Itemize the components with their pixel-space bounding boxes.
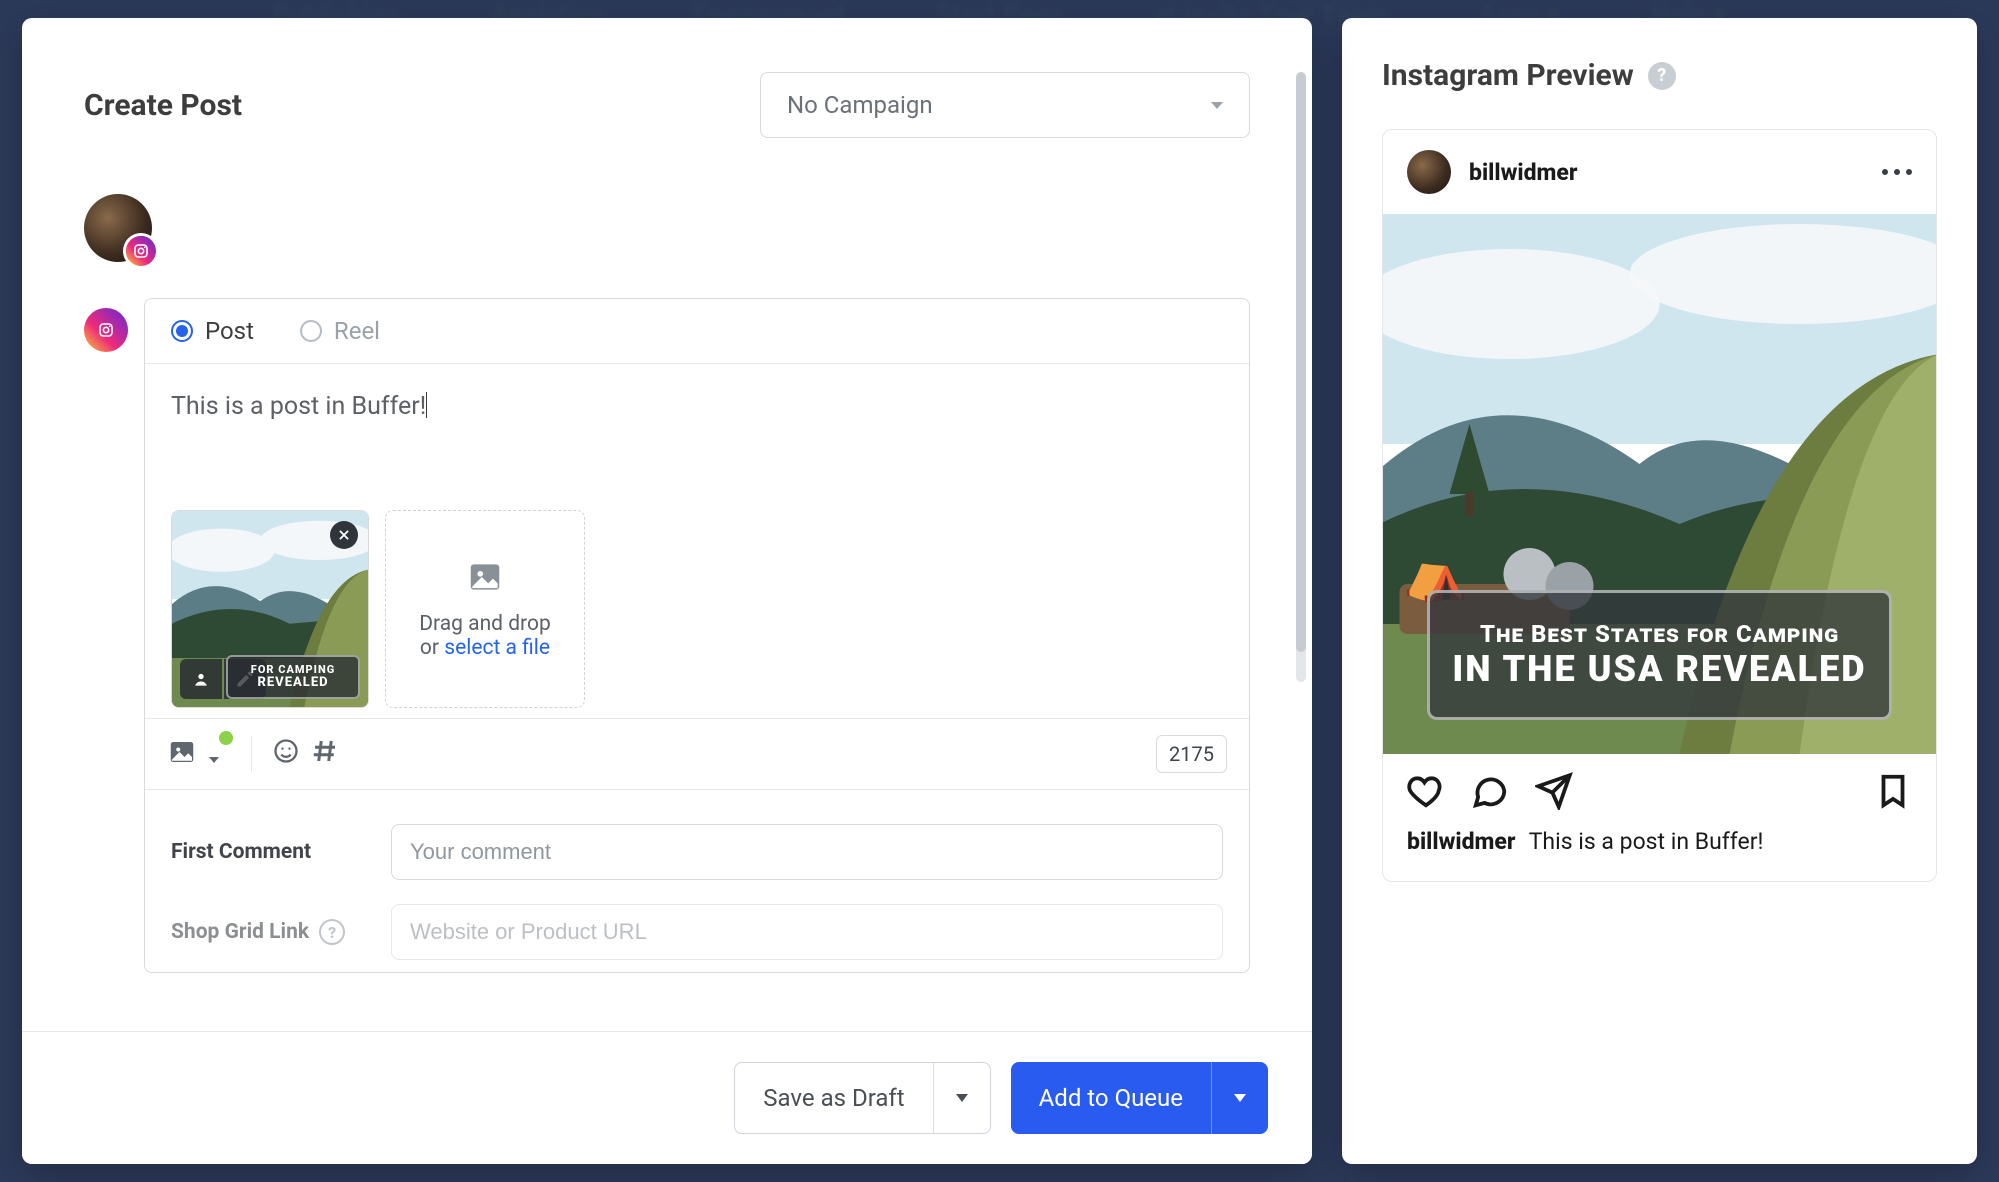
help-icon[interactable]: ? (1648, 62, 1676, 90)
attached-image[interactable]: FOR CAMPING REVEALED (171, 510, 369, 708)
page-title: Create Post (84, 88, 242, 123)
first-comment-input[interactable] (391, 824, 1223, 880)
shop-grid-label: Shop Grid Link ? (171, 919, 371, 945)
preview-caption: billwidmer This is a post in Buffer! (1383, 822, 1936, 881)
post-type-reel-radio[interactable]: Reel (300, 317, 380, 345)
add-to-queue-menu-button[interactable] (1212, 1062, 1268, 1134)
emoji-button[interactable] (272, 737, 300, 772)
save-draft-menu-button[interactable] (934, 1063, 990, 1133)
heart-icon[interactable] (1407, 772, 1445, 814)
radio-label: Reel (334, 317, 380, 345)
chevron-down-icon (209, 757, 219, 763)
radio-label: Post (205, 317, 254, 345)
image-text-overlay: The Best States for Camping IN THE USA R… (1427, 590, 1892, 720)
instagram-preview-card: billwidmer (1382, 129, 1937, 882)
campaign-select-value: No Campaign (787, 91, 933, 119)
account-avatar[interactable] (84, 194, 152, 262)
preview-panel: Instagram Preview ? billwidmer (1342, 18, 1977, 1164)
image-text-overlay: FOR CAMPING REVEALED (226, 655, 360, 699)
radio-icon (300, 320, 322, 342)
remove-image-button[interactable] (330, 521, 358, 549)
preview-caption-text: This is a post in Buffer! (1529, 828, 1764, 855)
campaign-select[interactable]: No Campaign (760, 72, 1250, 138)
scrollbar[interactable] (1296, 72, 1306, 682)
post-type-post-radio[interactable]: Post (171, 317, 254, 345)
add-to-queue-button[interactable]: Add to Queue (1011, 1062, 1268, 1134)
save-draft-button[interactable]: Save as Draft (734, 1062, 990, 1134)
dropzone-text: Drag and drop (419, 612, 551, 636)
help-icon[interactable]: ? (319, 919, 345, 945)
preview-title: Instagram Preview (1382, 58, 1634, 93)
preview-username: billwidmer (1469, 159, 1577, 186)
button-label: Save as Draft (735, 1063, 932, 1133)
post-text-input[interactable]: This is a post in Buffer! (171, 388, 1223, 488)
divider (251, 736, 252, 772)
instagram-badge-icon (126, 236, 156, 266)
preview-caption-username: billwidmer (1407, 828, 1515, 855)
more-icon[interactable] (1882, 169, 1912, 175)
shop-grid-input[interactable] (391, 904, 1223, 960)
image-dropzone[interactable]: Drag and drop or select a file (385, 510, 585, 708)
image-icon (466, 558, 504, 602)
comment-icon[interactable] (1471, 772, 1509, 814)
tag-user-button[interactable] (180, 659, 222, 699)
bookmark-icon[interactable] (1874, 772, 1912, 814)
button-label: Add to Queue (1011, 1062, 1211, 1134)
instagram-channel-icon (84, 308, 128, 352)
select-file-link[interactable]: select a file (444, 636, 550, 660)
radio-icon (171, 320, 193, 342)
preview-avatar (1407, 150, 1451, 194)
share-icon[interactable] (1535, 772, 1573, 814)
status-dot-icon (219, 731, 233, 745)
hashtag-button[interactable] (310, 736, 340, 773)
footer: Save as Draft Add to Queue (22, 1031, 1312, 1164)
first-comment-label: First Comment (171, 840, 371, 864)
preview-image: ⛺ The Best States for Camping IN THE USA… (1383, 214, 1936, 754)
composer: Post Reel This is a post in Buffer! (144, 298, 1250, 973)
dropzone-text: or (420, 636, 444, 660)
add-media-button[interactable] (167, 737, 231, 771)
create-post-panel: Create Post No Campaign (22, 18, 1312, 1164)
char-count: 2175 (1156, 735, 1227, 773)
chevron-down-icon (1211, 102, 1223, 109)
post-text-value: This is a post in Buffer! (171, 392, 426, 421)
